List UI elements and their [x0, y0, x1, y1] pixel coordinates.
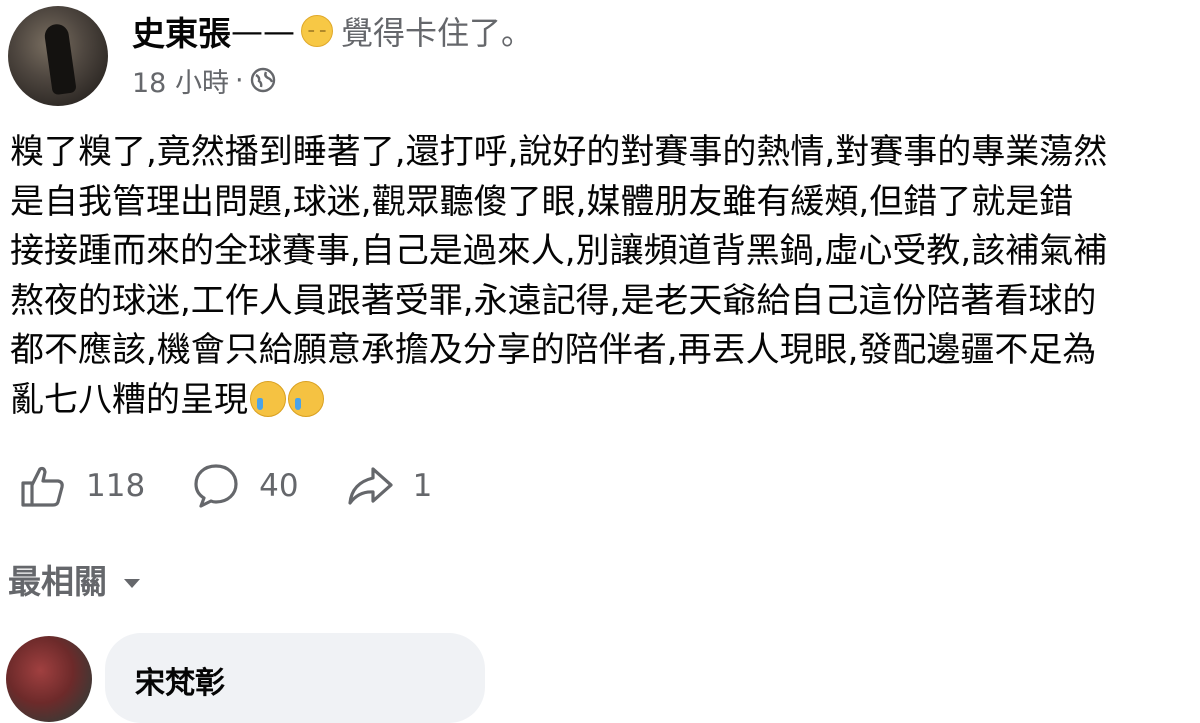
speech-bubble-icon: [194, 464, 238, 508]
crying-face-icon: [288, 380, 324, 417]
post-body: 糗了糗了,竟然播到睡著了,還打呼,說好的對賽事的熱情,對賽事的專業蕩然 是自我管理…: [10, 128, 1200, 425]
post-last-line: 亂七八糟的呈現: [10, 376, 1200, 426]
sort-label: 最相關: [8, 562, 107, 601]
meta-separator: ·: [234, 64, 244, 96]
post-header: 史東張 —— – – 覺得卡住了。: [132, 6, 533, 56]
globe-icon[interactable]: [250, 67, 276, 93]
post-actions: 118 40 1: [18, 458, 478, 514]
feeling-dash: ——: [231, 12, 295, 50]
like-count: 118: [86, 468, 146, 504]
comment-count: 40: [259, 468, 299, 504]
like-button[interactable]: 118: [18, 461, 145, 511]
post-line: 都不應該,機會只給願意承擔及分享的陪伴者,再丟人現眼,發配邊疆不足為: [10, 330, 1097, 370]
share-button[interactable]: 1: [345, 461, 433, 511]
post-meta: 18 小時 ·: [132, 61, 276, 100]
caret-down-icon: [124, 579, 140, 588]
post-line: 是自我管理出問題,球迷,觀眾聽傻了眼,媒體朋友雖有緩頰,但錯了就是錯: [10, 181, 1074, 222]
share-count: 1: [412, 468, 433, 504]
avatar-figure: [43, 22, 77, 96]
feeling-text: 覺得卡住了。: [341, 14, 534, 52]
crying-face-icon: [250, 380, 286, 417]
comment-button[interactable]: 40: [191, 461, 299, 511]
commenter-avatar[interactable]: [6, 636, 92, 722]
share-arrow-icon: [348, 467, 393, 505]
feeling-status: —— – – 覺得卡住了。: [231, 8, 533, 54]
author-name[interactable]: 史東張: [132, 7, 231, 55]
thumbs-up-icon: [21, 466, 64, 507]
post-time[interactable]: 18 小時: [132, 61, 229, 100]
author-avatar[interactable]: [8, 6, 108, 106]
comment-sort-dropdown[interactable]: 最相關: [8, 556, 143, 602]
post-line: 亂七八糟的呈現: [10, 379, 248, 420]
post-line: 接接踵而來的全球賽事,自己是過來人,別讓頻道背黑鍋,虛心受教,該補氣補: [10, 231, 1108, 271]
post-line: 熬夜的球迷,工作人員跟著受罪,永遠記得,是老天爺給自己這份陪著看球的: [10, 280, 1097, 321]
post-line: 糗了糗了,竟然播到睡著了,還打呼,說好的對賽事的熱情,對賽事的專業蕩然: [10, 132, 1108, 172]
commenter-name[interactable]: 宋梵彰: [135, 658, 225, 702]
pensive-face-icon: – –: [301, 15, 333, 47]
